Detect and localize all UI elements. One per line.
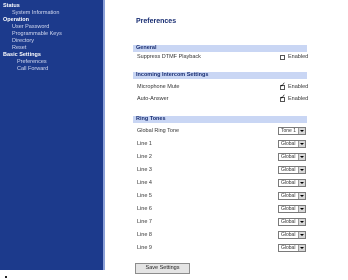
main-panel <box>105 0 348 270</box>
line-4-ring-tone-value: Global <box>281 180 296 186</box>
chevron-down-icon <box>298 154 305 160</box>
line-9-ring-tone-select[interactable]: Global <box>278 244 306 252</box>
section-header-ring-tones: Ring Tones <box>133 116 307 123</box>
section-header-intercom-label: Incoming Intercom Settings <box>136 72 209 78</box>
chevron-down-icon <box>298 219 305 225</box>
global-ring-tone-label: Global Ring Tone <box>137 128 180 134</box>
global-ring-tone-value: Tone 1 <box>281 128 297 134</box>
suppress-dtmf-label: Suppress DTMF Playback <box>137 54 201 60</box>
line-1-label: Line 1 <box>137 141 152 147</box>
sidebar-item-directory[interactable]: Directory <box>12 38 34 45</box>
chevron-down-icon <box>298 232 305 238</box>
chevron-down-icon <box>298 245 305 251</box>
auto-answer-enabled-label: Enabled <box>288 96 309 102</box>
chevron-down-icon <box>298 141 305 147</box>
line-2-ring-tone-select[interactable]: Global <box>278 153 306 161</box>
line-7-ring-tone-value: Global <box>281 219 296 225</box>
sidebar-section-basic-settings: Basic Settings <box>3 52 41 58</box>
line-5-ring-tone-value: Global <box>281 193 296 199</box>
line-4-label: Line 4 <box>137 180 152 186</box>
sidebar-section-operation: Operation <box>3 17 29 23</box>
microphone-mute-checkbox[interactable] <box>280 82 286 90</box>
section-header-general: General <box>133 45 307 52</box>
line-8-ring-tone-select[interactable]: Global <box>278 231 306 239</box>
chevron-down-icon <box>298 193 305 199</box>
chevron-down-icon <box>298 128 305 134</box>
auto-answer-checkbox[interactable] <box>280 94 286 102</box>
line-5-ring-tone-select[interactable]: Global <box>278 192 306 200</box>
line-3-ring-tone-select[interactable]: Global <box>278 166 306 174</box>
line-2-label: Line 2 <box>137 154 152 160</box>
sidebar-item-programmable-keys[interactable]: Programmable Keys <box>12 31 62 38</box>
microphone-mute-label: Microphone Mute <box>137 84 180 90</box>
line-9-label: Line 9 <box>137 245 152 251</box>
sidebar-item-reset[interactable]: Reset <box>12 45 26 52</box>
line-2-ring-tone-value: Global <box>281 154 296 160</box>
global-ring-tone-select[interactable]: Tone 1 <box>278 127 306 135</box>
chevron-down-icon <box>298 180 305 186</box>
line-3-ring-tone-value: Global <box>281 167 296 173</box>
microphone-mute-enabled-label: Enabled <box>288 84 309 90</box>
line-9-ring-tone-value: Global <box>281 245 296 251</box>
sidebar-item-call-forward[interactable]: Call Forward <box>17 66 48 73</box>
line-1-ring-tone-select[interactable]: Global <box>278 140 306 148</box>
chevron-down-icon <box>298 206 305 212</box>
line-6-ring-tone-value: Global <box>281 206 296 212</box>
line-1-ring-tone-value: Global <box>281 141 296 147</box>
sidebar-item-preferences[interactable]: Preferences <box>17 59 47 66</box>
line-8-label: Line 8 <box>137 232 152 238</box>
chevron-down-icon <box>298 167 305 173</box>
suppress-dtmf-checkbox[interactable] <box>280 55 285 60</box>
auto-answer-label: Auto-Answer <box>137 96 169 102</box>
page-title: Preferences <box>136 18 177 25</box>
line-7-label: Line 7 <box>137 219 152 225</box>
save-settings-button[interactable]: Save Settings <box>135 263 190 274</box>
line-8-ring-tone-value: Global <box>281 232 296 238</box>
line-7-ring-tone-select[interactable]: Global <box>278 218 306 226</box>
section-header-intercom: Incoming Intercom Settings <box>133 72 307 79</box>
line-3-label: Line 3 <box>137 167 152 173</box>
section-header-ring-tones-label: Ring Tones <box>136 116 166 122</box>
section-header-general-label: General <box>136 45 157 51</box>
line-6-ring-tone-select[interactable]: Global <box>278 205 306 213</box>
suppress-dtmf-enabled-label: Enabled <box>288 54 309 60</box>
sidebar-nav: Status System Information Operation User… <box>0 0 103 270</box>
line-4-ring-tone-select[interactable]: Global <box>278 179 306 187</box>
sidebar-item-user-password[interactable]: User Password <box>12 24 49 31</box>
sidebar-item-system-information[interactable]: System Information <box>12 10 59 17</box>
sidebar-section-status: Status <box>3 3 20 9</box>
line-5-label: Line 5 <box>137 193 152 199</box>
line-6-label: Line 6 <box>137 206 152 212</box>
mouse-cursor <box>5 276 7 278</box>
